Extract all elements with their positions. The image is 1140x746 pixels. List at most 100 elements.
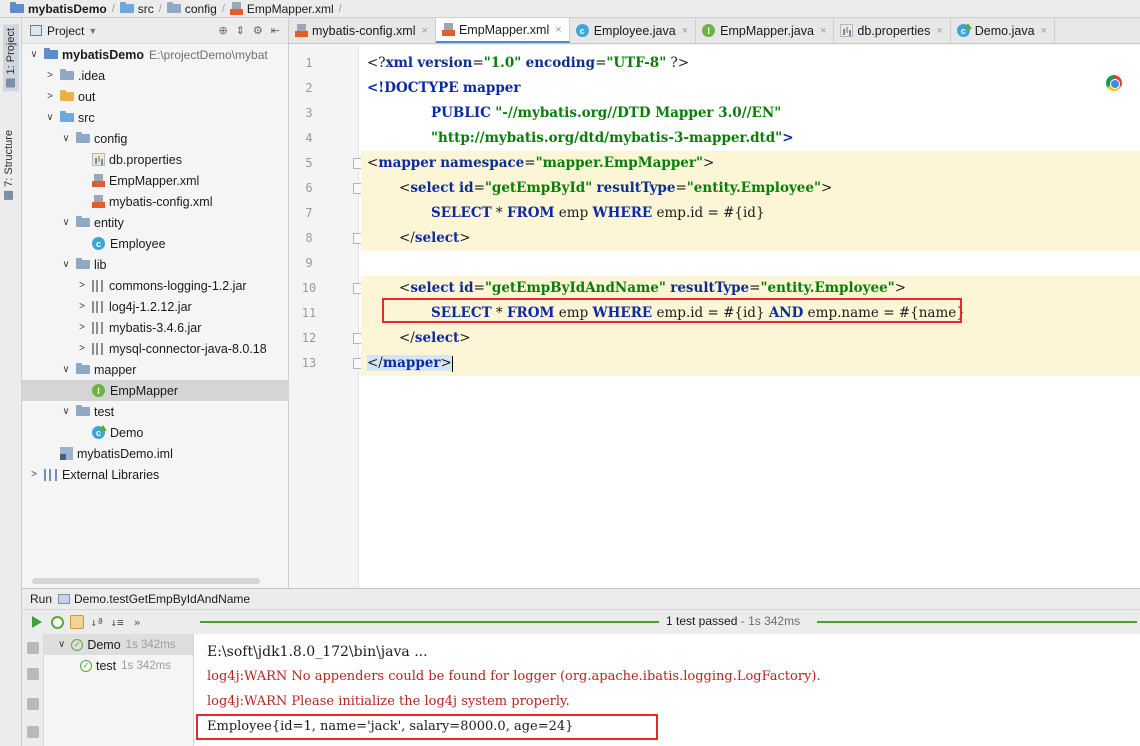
tree-node-mysql-connector[interactable]: > mysql-connector-java-8.0.18 (22, 338, 289, 359)
show-ignored-button[interactable] (68, 613, 86, 631)
line-number: 12 (301, 331, 317, 345)
jar-icon (92, 342, 103, 355)
breadcrumb-item-config[interactable]: config (166, 2, 217, 16)
collapse-all-icon[interactable]: ⇕ (236, 24, 245, 37)
tree-node-employee[interactable]: c Employee (22, 233, 289, 254)
close-icon[interactable]: × (422, 25, 428, 37)
run-config-name[interactable]: Demo.testGetEmpByIdAndName (74, 592, 250, 606)
tree-node-empmapper[interactable]: I EmpMapper (22, 380, 289, 401)
chrome-browser-icon[interactable] (1106, 75, 1122, 91)
tree-node-idea[interactable]: > .idea (22, 65, 289, 86)
more-actions-button[interactable]: » (128, 613, 146, 631)
project-panel-title[interactable]: Project (47, 24, 84, 38)
line-number: 4 (305, 131, 313, 145)
tree-node-lib[interactable]: ∨ lib (22, 254, 289, 275)
chevron-right-icon[interactable]: > (76, 280, 88, 291)
horizontal-scrollbar[interactable] (32, 578, 260, 584)
editor-tab-mybatis-config[interactable]: mybatis-config.xml × (289, 18, 436, 43)
tree-node-mybatisDemo[interactable]: ∨ mybatisDemo E:\projectDemo\mybat (22, 44, 289, 65)
project-tool-tab[interactable]: 1: Project (3, 24, 19, 92)
chevron-down-icon[interactable]: ∨ (58, 639, 65, 650)
xml-file-icon (92, 195, 105, 208)
tree-node-test[interactable]: ∨ test (22, 401, 289, 422)
gear-icon[interactable]: ⚙ (253, 24, 263, 37)
print-icon[interactable] (27, 726, 39, 738)
chevron-down-icon[interactable]: ∨ (60, 259, 72, 270)
run-config-icon (58, 594, 71, 604)
chevron-down-icon[interactable]: ∨ (60, 364, 72, 375)
chevron-right-icon[interactable]: > (76, 343, 88, 354)
layout-icon[interactable] (27, 668, 39, 680)
breadcrumb-item-project[interactable]: mybatisDemo (10, 2, 107, 16)
sort-alpha-button[interactable]: ↓ª (88, 613, 106, 631)
test-node-test[interactable]: ✓ test 1s 342ms (44, 655, 193, 676)
hide-panel-icon[interactable]: ⇤ (271, 24, 280, 37)
close-icon[interactable]: × (820, 25, 826, 37)
rerun-button[interactable] (28, 613, 46, 631)
chevron-right-icon[interactable]: > (76, 322, 88, 333)
sort-duration-button[interactable]: ↓≡ (108, 613, 126, 631)
tree-node-demo[interactable]: c Demo (22, 422, 289, 443)
chevron-down-icon[interactable]: ▼ (88, 26, 97, 36)
pin-icon[interactable] (27, 642, 39, 654)
editor-tab-employee-java[interactable]: c Employee.java × (570, 18, 697, 43)
tree-node-mybatis-config-xml[interactable]: mybatis-config.xml (22, 191, 289, 212)
tree-node-out[interactable]: > out (22, 86, 289, 107)
tree-node-mybatis-jar[interactable]: > mybatis-3.4.6.jar (22, 317, 289, 338)
source-folder-icon (119, 2, 134, 13)
close-icon[interactable]: × (682, 25, 688, 37)
sort-alpha-icon: ↓ª (90, 615, 104, 629)
code-line-6: <select id="getEmpById" resultType="enti… (361, 176, 1140, 201)
orange-folder-icon (60, 90, 74, 101)
chevron-down-icon[interactable]: ∨ (60, 406, 72, 417)
test-node-demo[interactable]: ∨ ✓ Demo 1s 342ms (44, 634, 193, 655)
chevron-right-icon[interactable]: > (76, 301, 88, 312)
line-number: 11 (301, 306, 317, 320)
tree-node-iml[interactable]: mybatisDemo.iml (22, 443, 289, 464)
run-toolbar: ↓ª ↓≡ » 1 test passed - 1s 342ms (22, 610, 1140, 634)
code-line-5: <mapper namespace="mapper.EmpMapper"> (361, 151, 1140, 176)
tree-node-mapper[interactable]: ∨ mapper (22, 359, 289, 380)
run-panel-header: Run Demo.testGetEmpByIdAndName (22, 588, 1140, 610)
editor-tab-db-properties[interactable]: db.properties × (834, 18, 951, 43)
editor-gutter: 1 2 3 4 5 6 7 8 9 10 11 12 13 (289, 45, 359, 588)
editor-tab-empmapper-java[interactable]: I EmpMapper.java × (696, 18, 835, 43)
tree-node-entity[interactable]: ∨ entity (22, 212, 289, 233)
test-class-icon: c (92, 425, 107, 439)
tree-node-log4j[interactable]: > log4j-1.2.12.jar (22, 296, 289, 317)
stop-icon[interactable] (27, 698, 39, 710)
tree-node-db-properties[interactable]: db.properties (22, 149, 289, 170)
line-number: 6 (305, 181, 313, 195)
folder-icon (60, 69, 74, 80)
locate-icon[interactable]: ⊕ (218, 24, 227, 37)
tree-node-external-libraries[interactable]: > External Libraries (22, 464, 289, 485)
line-number: 8 (305, 231, 313, 245)
source-folder-icon (60, 111, 74, 122)
line-number: 9 (305, 256, 313, 270)
folder-icon (76, 132, 90, 143)
tree-node-src[interactable]: ∨ src (22, 107, 289, 128)
breadcrumb-item-file[interactable]: EmpMapper.xml (229, 2, 334, 16)
chevron-down-icon[interactable]: ∨ (44, 112, 56, 123)
chevron-right-icon[interactable]: > (44, 91, 56, 102)
editor-tab-empmapper-xml[interactable]: EmpMapper.xml × (435, 18, 570, 43)
tree-node-commons-logging[interactable]: > commons-logging-1.2.jar (22, 275, 289, 296)
tree-node-empmapper-xml[interactable]: EmpMapper.xml (22, 170, 289, 191)
show-passed-button[interactable] (48, 613, 66, 631)
chevron-right-icon[interactable]: > (44, 70, 56, 81)
close-icon[interactable]: × (936, 25, 942, 37)
chevron-down-icon[interactable]: ∨ (60, 133, 72, 144)
editor-tab-demo-java[interactable]: c Demo.java × (951, 18, 1055, 43)
test-results-tree: ∨ ✓ Demo 1s 342ms ✓ test 1s 342ms (44, 634, 194, 746)
interface-icon: I (702, 24, 716, 37)
chevron-right-icon[interactable]: > (28, 469, 40, 480)
tree-node-config[interactable]: ∨ config (22, 128, 289, 149)
close-icon[interactable]: × (555, 24, 561, 36)
breadcrumb-separator: / (111, 2, 115, 15)
structure-tool-tab[interactable]: 7: Structure (3, 130, 15, 200)
chevron-down-icon[interactable]: ∨ (28, 49, 40, 60)
breadcrumb-item-src[interactable]: src (119, 2, 154, 16)
close-icon[interactable]: × (1041, 25, 1047, 37)
chevron-down-icon[interactable]: ∨ (60, 217, 72, 228)
